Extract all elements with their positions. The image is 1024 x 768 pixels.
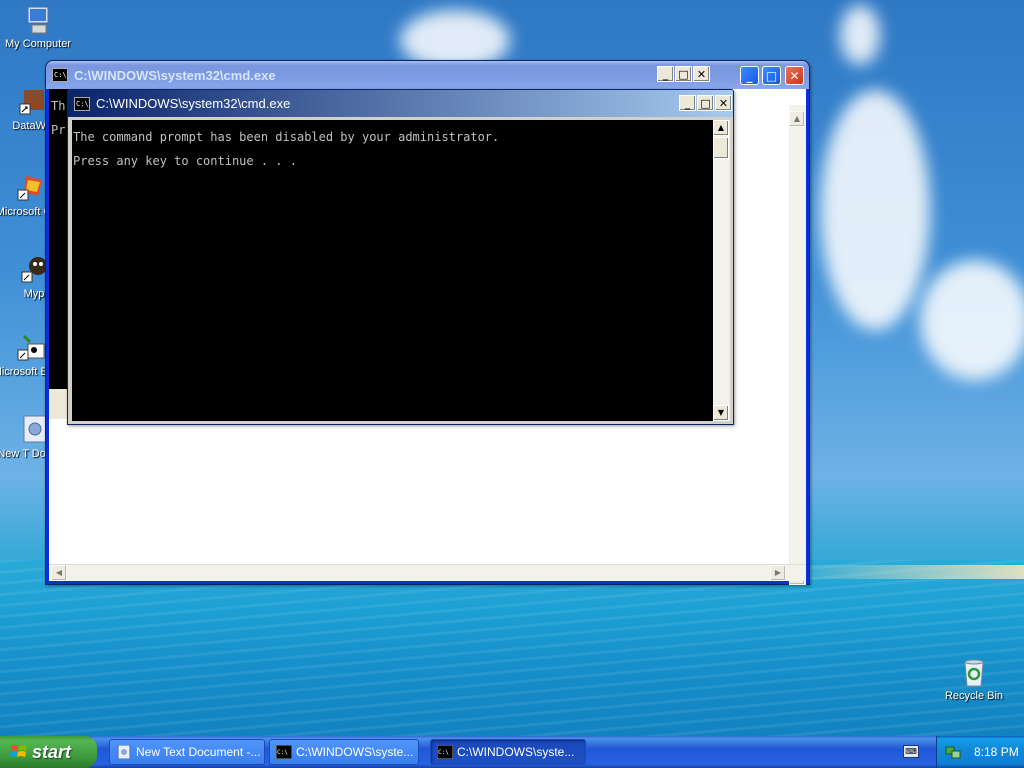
vertical-scrollbar[interactable]: ▲ ▼ — [713, 120, 730, 421]
minimize-icon: _ — [684, 96, 691, 110]
scroll-up-arrow[interactable]: ▲ — [789, 111, 805, 127]
close-button[interactable]: ✕ — [715, 95, 732, 111]
window-title: C:\WINDOWS\system32\cmd.exe — [74, 67, 276, 83]
maximize-icon: □ — [700, 96, 711, 110]
system-tray: 8:18 PM — [936, 736, 1024, 768]
notepad-icon — [117, 745, 131, 759]
notepad-close-button[interactable]: ✕ — [785, 66, 804, 85]
console-line: Press any key to continue . . . — [73, 154, 297, 168]
close-icon: ✕ — [718, 96, 729, 110]
taskbar-item-notepad[interactable]: New Text Document -... — [109, 739, 265, 765]
taskbar-item-cmd-2[interactable]: C:\ C:\WINDOWS\syste... — [430, 739, 586, 765]
sand-strip — [780, 565, 1024, 579]
maximize-icon: □ — [678, 67, 689, 81]
front-window-titlebar[interactable]: C:\ C:\WINDOWS\system32\cmd.exe — [68, 90, 733, 117]
desktop-icon-label: Myp — [23, 288, 45, 300]
visual-cpp-icon — [14, 172, 46, 204]
recycle-bin-icon — [958, 656, 990, 688]
windows-logo-icon — [10, 745, 27, 757]
close-icon: ✕ — [789, 68, 800, 83]
back-maximize-button[interactable]: □ — [675, 66, 692, 82]
network-icon[interactable] — [945, 744, 961, 760]
desktop-icon-recycle-bin[interactable]: Recycle Bin — [936, 656, 1012, 702]
text-document-icon — [16, 414, 48, 446]
clock[interactable]: 8:18 PM — [974, 745, 1019, 759]
scroll-left-arrow[interactable]: ◀ — [51, 565, 67, 581]
minimize-button[interactable]: _ — [679, 95, 696, 111]
close-icon: ✕ — [696, 67, 707, 81]
back-horizontal-scrollbar[interactable]: ◀ ▶ — [49, 564, 806, 581]
cloud — [920, 260, 1024, 380]
svg-text:C:\: C:\ — [277, 749, 288, 756]
back-close-button[interactable]: ✕ — [693, 66, 710, 82]
taskbar-item-label: C:\WINDOWS\syste... — [457, 745, 575, 759]
taskbar-item-cmd-1[interactable]: C:\ C:\WINDOWS\syste... — [269, 739, 419, 765]
taskbar-item-label: C:\WINDOWS\syste... — [296, 745, 414, 759]
notepad-maximize-button[interactable]: □ — [762, 66, 781, 85]
console-icon: C:\ — [52, 68, 68, 82]
desktop-icon-my-computer[interactable]: My Computer — [0, 4, 76, 50]
ocean-background — [0, 560, 1024, 736]
start-label: start — [32, 741, 72, 762]
back-minimize-button[interactable]: _ — [657, 66, 674, 82]
cloud — [840, 5, 880, 65]
visual-basic-icon — [14, 332, 46, 364]
scroll-up-arrow[interactable]: ▲ — [713, 120, 729, 136]
computer-icon — [22, 4, 54, 36]
application-shortcut-icon — [16, 86, 48, 118]
console-icon: C:\ — [437, 745, 453, 759]
back-vertical-scrollbar[interactable]: ▲ ▼ — [789, 105, 806, 585]
maximize-icon: □ — [765, 68, 778, 83]
console-line: The command prompt has been disabled by … — [73, 130, 500, 144]
language-bar-keyboard-icon[interactable]: ⌨ — [903, 745, 919, 758]
front-cmd-window[interactable]: C:\ C:\WINDOWS\system32\cmd.exe _ □ ✕ Th… — [67, 89, 734, 425]
minimize-icon: _ — [746, 68, 753, 83]
console-output[interactable]: The command prompt has been disabled by … — [72, 120, 713, 421]
scroll-down-arrow[interactable]: ▼ — [713, 405, 729, 421]
notepad-minimize-button[interactable]: _ — [740, 66, 759, 85]
desktop-icon-label: Recycle Bin — [944, 690, 1004, 702]
taskbar-item-label: New Text Document -... — [136, 745, 261, 759]
svg-text:C:\: C:\ — [438, 749, 449, 756]
taskbar: start New Text Document -... C:\ C:\WIND… — [0, 736, 1024, 768]
desktop-icon-label: My Computer — [4, 38, 72, 50]
scroll-thumb[interactable] — [713, 137, 729, 159]
console-icon: C:\ — [276, 745, 292, 759]
maximize-button[interactable]: □ — [697, 95, 714, 111]
console-icon: C:\ — [74, 96, 90, 111]
minimize-icon: _ — [662, 67, 669, 81]
cloud — [820, 90, 930, 330]
start-button[interactable]: start — [0, 736, 97, 768]
scroll-right-arrow[interactable]: ▶ — [770, 565, 786, 581]
window-title: C:\WINDOWS\system32\cmd.exe — [96, 96, 291, 111]
